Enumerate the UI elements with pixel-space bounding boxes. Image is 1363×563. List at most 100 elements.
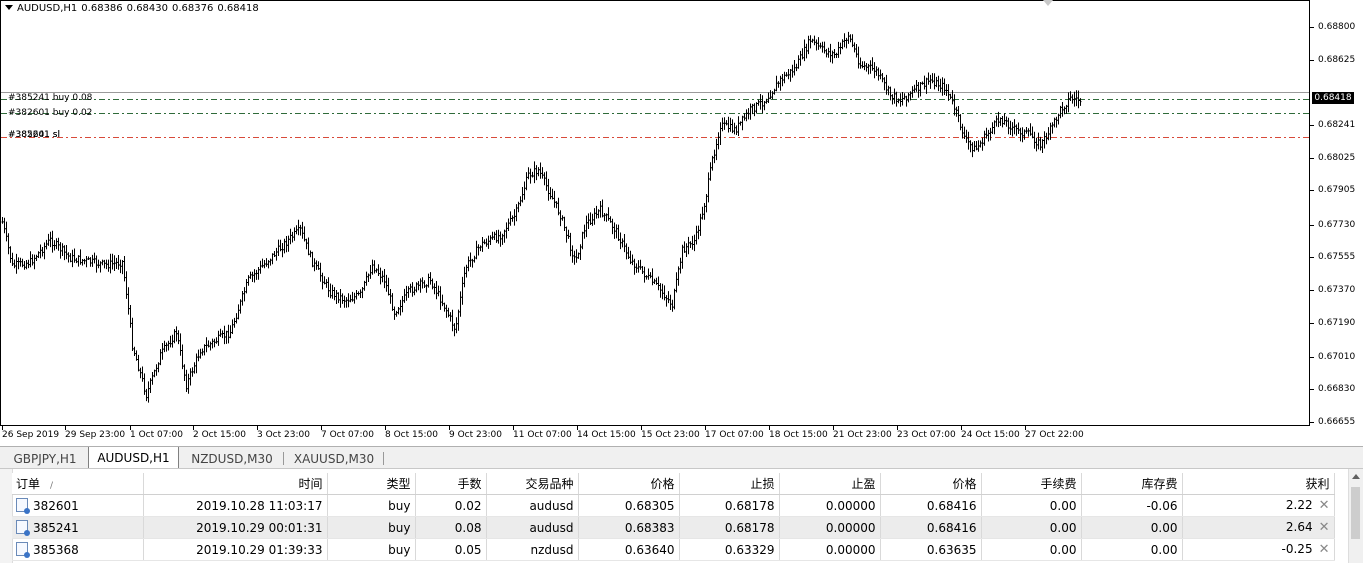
chart-symbol: AUDUSD,H1 (17, 3, 78, 14)
order-line-label[interactable]: #385241 buy 0.08 (8, 93, 92, 103)
column-header-tp[interactable]: 止盈 (779, 473, 881, 495)
column-header-price[interactable]: 价格 (578, 473, 680, 495)
order-profit: -0.25 ✕ (1182, 538, 1335, 561)
column-header-commission[interactable]: 手续费 (981, 473, 1082, 495)
close-order-icon[interactable]: ✕ (1319, 498, 1330, 513)
order-type: buy (327, 538, 416, 561)
order-line-label[interactable]: #385241 sl (8, 130, 60, 140)
order-swap: 0.00 (1081, 516, 1183, 539)
scrollbar-thumb[interactable] (1351, 487, 1360, 539)
order-profit: 2.64 ✕ (1182, 516, 1335, 539)
order-current-price: 0.63635 (880, 538, 982, 561)
chart-tab-bar: GBPJPY,H1 AUDUSD,H1 NZDUSD,M30 XAUUSD,M3… (0, 446, 1363, 469)
current-price-marker: 0.68418 (1312, 92, 1354, 104)
order-sl: 0.68178 (679, 494, 780, 517)
price-tick-label: 0.68800 (1318, 22, 1356, 32)
column-header-profit[interactable]: 获利 (1182, 473, 1335, 495)
order-ticket: 382601 (12, 494, 144, 517)
trade-terminal: 订单 / 时间 类型 手数 交易品种 价格 止损 止盈 价格 手续费 库存费 获利… (0, 468, 1363, 563)
table-row[interactable]: 385241 2019.10.29 00:01:31 buy 0.08 audu… (12, 516, 1335, 539)
order-profit: 2.22 ✕ (1182, 494, 1335, 517)
time-tick-label: 7 Oct 07:00 (321, 430, 374, 440)
order-lots: 0.02 (415, 494, 487, 517)
chart-close: 0.68418 (217, 3, 259, 14)
order-current-price: 0.68416 (880, 516, 982, 539)
order-lots: 0.05 (415, 538, 487, 561)
order-swap: 0.00 (1081, 538, 1183, 561)
time-tick-label: 11 Oct 07:00 (513, 430, 572, 440)
price-tick-label: 0.66830 (1318, 384, 1356, 394)
chart-shift-marker-icon[interactable] (1043, 0, 1053, 6)
time-tick-label: 24 Oct 15:00 (961, 430, 1020, 440)
table-row[interactable]: 382601 2019.10.28 11:03:17 buy 0.02 audu… (12, 494, 1335, 517)
order-type: buy (327, 494, 416, 517)
order-ticket: 385368 (12, 538, 144, 561)
buy-order-icon (16, 542, 30, 558)
order-line-label[interactable]: #382601 buy 0.02 (8, 108, 92, 118)
price-tick-label: 0.67370 (1318, 285, 1356, 295)
column-header-current-price[interactable]: 价格 (880, 473, 982, 495)
order-tp: 0.00000 (779, 538, 881, 561)
orders-table: 订单 / 时间 类型 手数 交易品种 价格 止损 止盈 价格 手续费 库存费 获利… (12, 473, 1335, 561)
order-symbol: audusd (486, 494, 579, 517)
tab-xauusd-m30[interactable]: XAUUSD,M30 (286, 450, 382, 468)
column-header-type[interactable]: 类型 (327, 473, 416, 495)
order-symbol: nzdusd (486, 538, 579, 561)
time-tick-label: 3 Oct 23:00 (257, 430, 310, 440)
dropdown-triangle-icon[interactable] (5, 5, 13, 10)
buy-order-icon (16, 498, 30, 514)
column-header-sl[interactable]: 止损 (679, 473, 780, 495)
price-tick-label: 0.67190 (1318, 318, 1356, 328)
chart-low: 0.68376 (172, 3, 214, 14)
order-time: 2019.10.28 11:03:17 (143, 494, 328, 517)
tab-nzdusd-m30[interactable]: NZDUSD,M30 (182, 450, 282, 468)
terminal-scrollbar[interactable] (1348, 469, 1363, 563)
column-header-symbol[interactable]: 交易品种 (486, 473, 579, 495)
order-price: 0.68383 (578, 516, 680, 539)
order-symbol: audusd (486, 516, 579, 539)
time-tick-label: 1 Oct 07:00 (130, 430, 183, 440)
order-time: 2019.10.29 00:01:31 (143, 516, 328, 539)
column-header-swap[interactable]: 库存费 (1081, 473, 1183, 495)
order-price: 0.68305 (578, 494, 680, 517)
order-price: 0.63640 (578, 538, 680, 561)
price-tick-label: 0.67730 (1318, 220, 1356, 230)
time-tick-label: 23 Oct 07:00 (897, 430, 956, 440)
chart-canvas[interactable] (0, 0, 1363, 446)
tab-divider (383, 452, 384, 465)
order-commission: 0.00 (981, 538, 1082, 561)
tab-divider (283, 452, 284, 465)
order-tp: 0.00000 (779, 516, 881, 539)
time-tick-label: 18 Oct 15:00 (769, 430, 828, 440)
price-tick-label: 0.68241 (1318, 120, 1356, 130)
chart-header: AUDUSD,H1 0.68386 0.68430 0.68376 0.68418 (5, 3, 263, 14)
order-sl: 0.68178 (679, 516, 780, 539)
tab-audusd-h1[interactable]: AUDUSD,H1 (88, 447, 179, 469)
order-sl: 0.63329 (679, 538, 780, 561)
order-ticket: 385241 (12, 516, 144, 539)
time-tick-label: 2 Oct 15:00 (193, 430, 246, 440)
price-chart[interactable]: AUDUSD,H1 0.68386 0.68430 0.68376 0.68418 #3… (0, 0, 1363, 446)
column-header-order[interactable]: 订单 / (12, 473, 144, 495)
close-order-icon[interactable]: ✕ (1319, 520, 1330, 535)
column-header-time[interactable]: 时间 (143, 473, 328, 495)
price-tick-label: 0.67905 (1318, 185, 1356, 195)
sort-indicator: / (50, 481, 54, 491)
close-order-icon[interactable]: ✕ (1319, 542, 1330, 557)
price-tick-label: 0.67555 (1318, 252, 1356, 262)
order-commission: 0.00 (981, 516, 1082, 539)
chart-high: 0.68430 (126, 3, 169, 14)
tab-gbpjpy-h1[interactable]: GBPJPY,H1 (4, 450, 86, 468)
table-row[interactable]: 385368 2019.10.29 01:39:33 buy 0.05 nzdu… (12, 538, 1335, 561)
time-tick-label: 17 Oct 07:00 (705, 430, 764, 440)
time-tick-label: 26 Sep 2019 (2, 430, 60, 440)
price-tick-label: 0.66655 (1318, 417, 1356, 427)
scroll-up-arrow-icon[interactable] (1352, 474, 1360, 479)
time-tick-label: 21 Oct 23:00 (833, 430, 892, 440)
order-tp: 0.00000 (779, 494, 881, 517)
column-header-lots[interactable]: 手数 (415, 473, 487, 495)
time-tick-label: 9 Oct 23:00 (449, 430, 502, 440)
time-tick-label: 8 Oct 15:00 (385, 430, 438, 440)
price-tick-label: 0.68025 (1318, 153, 1356, 163)
time-tick-label: 15 Oct 23:00 (641, 430, 700, 440)
